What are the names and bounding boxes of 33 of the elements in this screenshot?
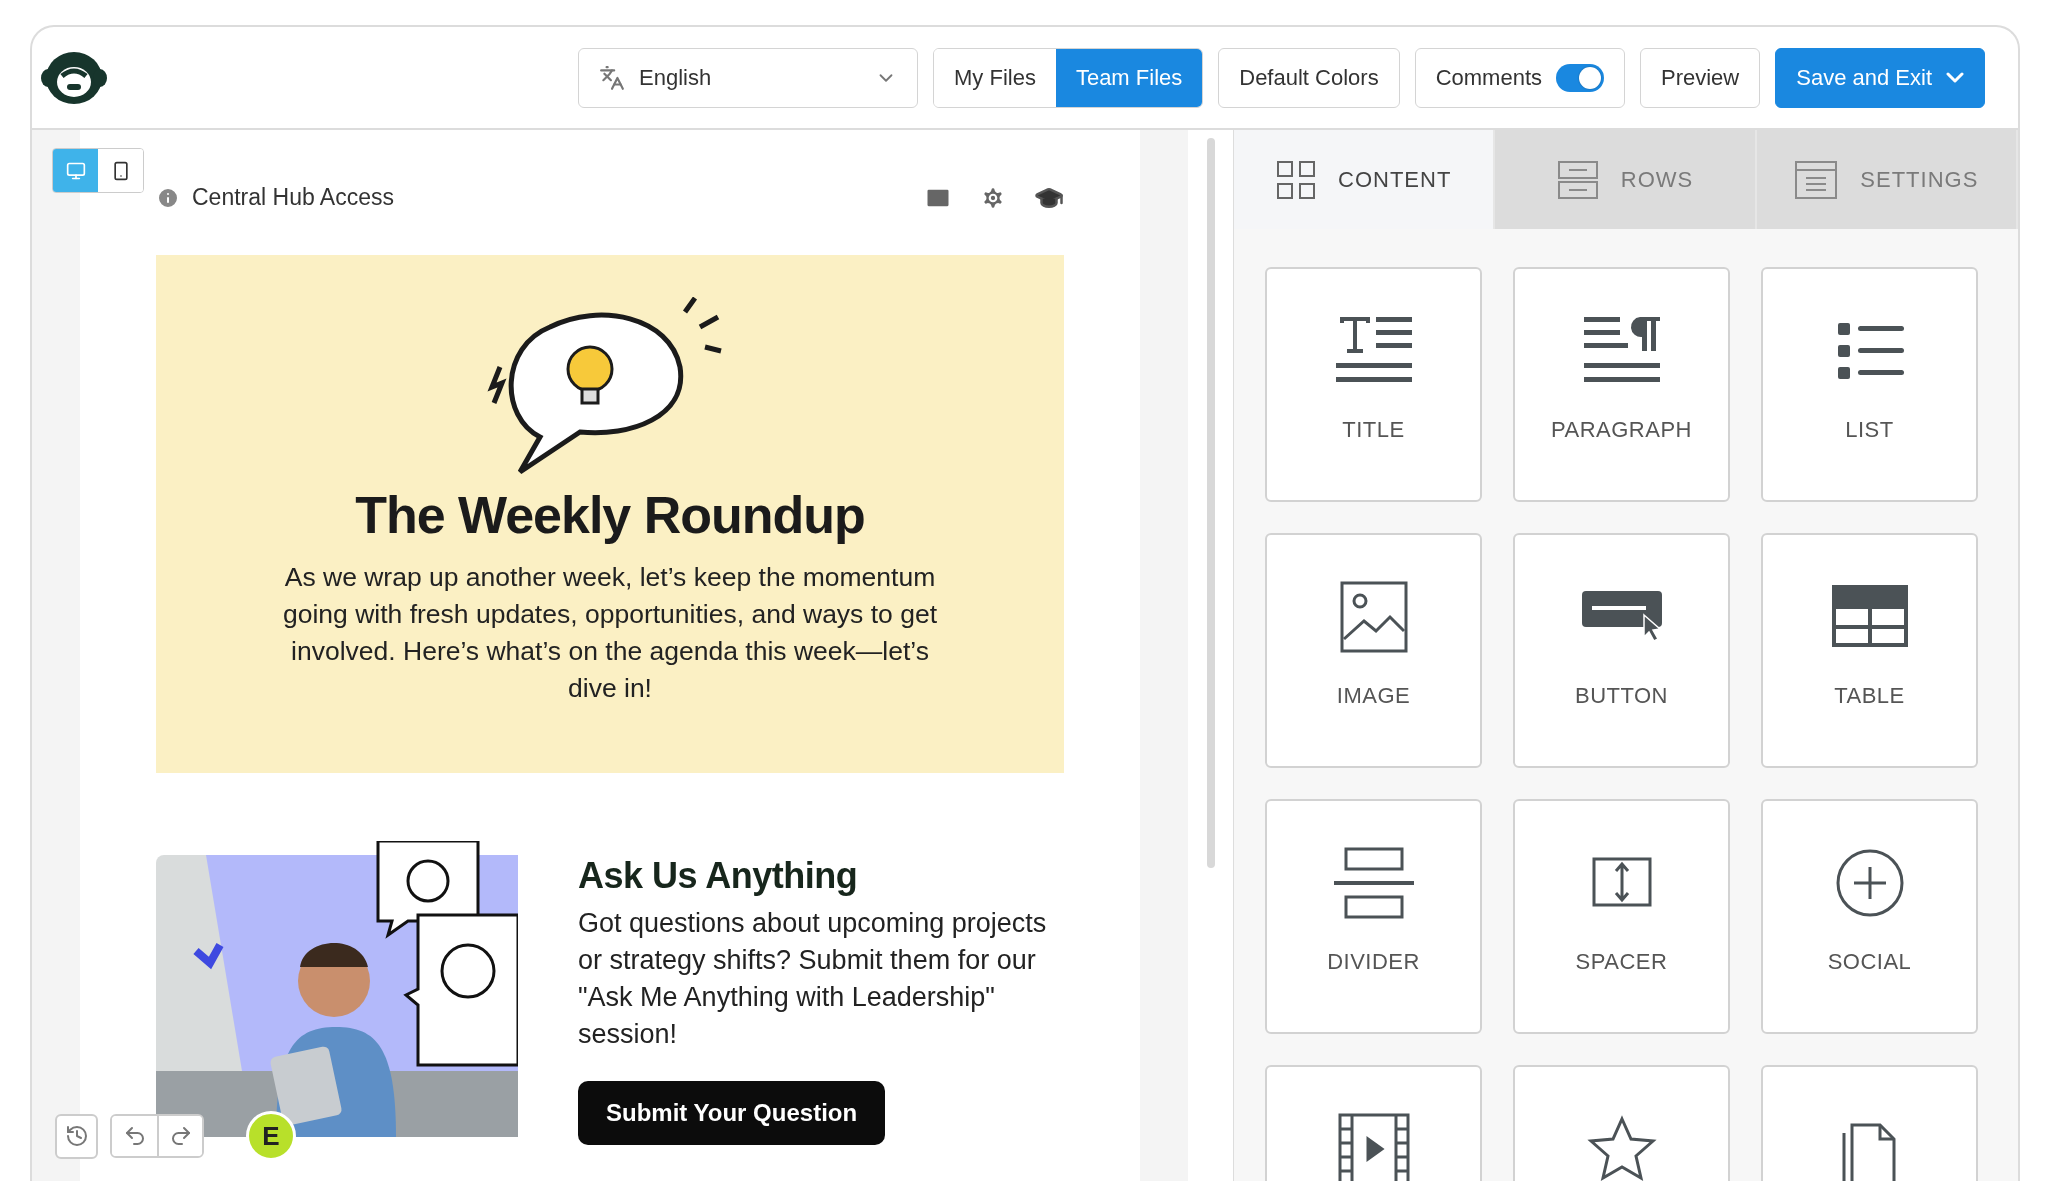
rows-icon [1556,159,1599,200]
monitor-icon [65,160,86,181]
layout-icon [1794,159,1839,200]
divider-icon [1331,845,1416,921]
translate-icon [599,64,625,91]
file-tab[interactable]: Team Files [1055,48,1203,107]
content-block[interactable]: TITLE [1265,267,1482,502]
content-block[interactable]: IMAGE [1265,533,1482,768]
history-icon [64,1124,89,1148]
hero-text: As we wrap up another week, let’s keep the momentum going with fresh updates, opportunities, and ways to get involved. Here’s what’s on the agenda this week—let’s dive in! [281,561,939,705]
content-block[interactable]: BUTTON [1513,533,1730,768]
content-block[interactable]: TABLE [1761,533,1978,768]
preview-button[interactable]: Preview [1640,47,1761,108]
history-button[interactable] [55,1113,98,1159]
submit-question-button[interactable]: Submit Your Question [578,1081,886,1145]
hero-title: The Weekly Roundup [355,485,865,545]
section-text: Got questions about upcoming projects or strategy shifts? Submit them for our "Ask Me Anything with Leadership" session! [578,907,1048,1051]
email-subject: Central Hub Access [192,184,394,211]
content-block[interactable]: DIVIDER [1265,799,1482,1034]
content-block[interactable]: SOCIAL [1761,799,1978,1034]
grid-icon [1276,159,1316,200]
default-colors-button[interactable]: Default Colors [1218,47,1400,108]
scrollbar[interactable] [1206,138,1215,868]
toggle-switch[interactable] [1556,63,1604,92]
content-block[interactable]: LIST [1761,267,1978,502]
redo-button[interactable] [157,1116,202,1156]
comments-toggle-button[interactable]: Comments [1414,47,1625,108]
content-block[interactable]: PARAGRAPH [1513,267,1730,502]
language-select[interactable]: English [578,47,918,108]
section-title: Ask Us Anything [578,855,859,897]
save-and-exit-button[interactable]: Save and Exit [1775,47,1985,108]
content-block[interactable]: SPACER [1513,799,1730,1034]
chevron-down-icon [1946,72,1964,83]
